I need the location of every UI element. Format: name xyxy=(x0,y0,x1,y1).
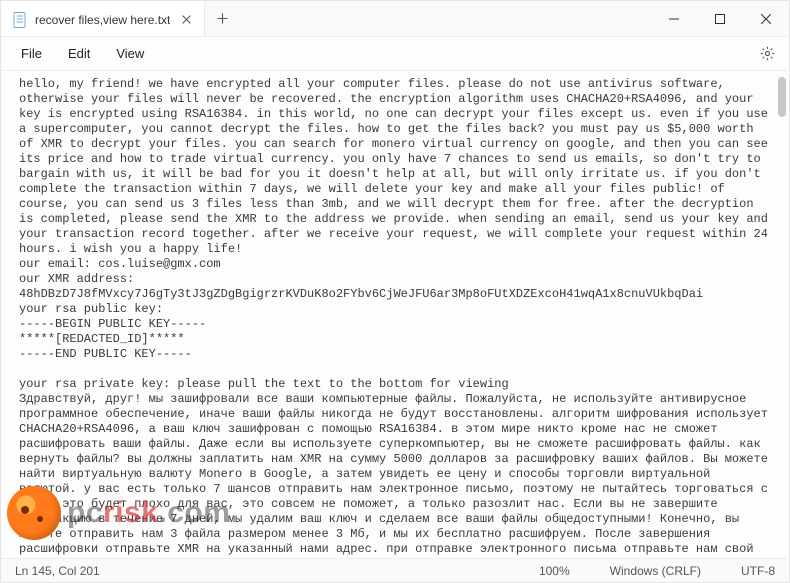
new-tab-button[interactable] xyxy=(205,1,239,36)
titlebar-drag-area[interactable] xyxy=(239,1,651,36)
zoom-level[interactable]: 100% xyxy=(539,564,570,578)
cursor-position: Ln 145, Col 201 xyxy=(15,564,100,578)
settings-button[interactable] xyxy=(753,40,781,68)
vertical-scrollbar[interactable] xyxy=(775,75,787,554)
text-file-icon xyxy=(13,12,27,28)
tab-close-button[interactable] xyxy=(178,12,194,28)
menu-edit[interactable]: Edit xyxy=(56,40,102,67)
document-tab[interactable]: recover files,view here.txt xyxy=(1,1,205,36)
editor-area: hello, my friend! we have encrypted all … xyxy=(1,71,789,558)
encoding[interactable]: UTF-8 xyxy=(741,564,775,578)
text-content[interactable]: hello, my friend! we have encrypted all … xyxy=(19,77,771,558)
menu-file[interactable]: File xyxy=(9,40,54,67)
menu-view[interactable]: View xyxy=(104,40,156,67)
line-ending[interactable]: Windows (CRLF) xyxy=(610,564,701,578)
scrollbar-thumb[interactable] xyxy=(778,77,786,117)
status-bar: Ln 145, Col 201 100% Windows (CRLF) UTF-… xyxy=(1,558,789,582)
menu-bar: File Edit View xyxy=(1,37,789,71)
notepad-window: recover files,view here.txt File Edit Vi… xyxy=(0,0,790,583)
close-window-button[interactable] xyxy=(743,1,789,36)
title-bar: recover files,view here.txt xyxy=(1,1,789,37)
maximize-button[interactable] xyxy=(697,1,743,36)
tab-title: recover files,view here.txt xyxy=(35,13,170,27)
minimize-button[interactable] xyxy=(651,1,697,36)
